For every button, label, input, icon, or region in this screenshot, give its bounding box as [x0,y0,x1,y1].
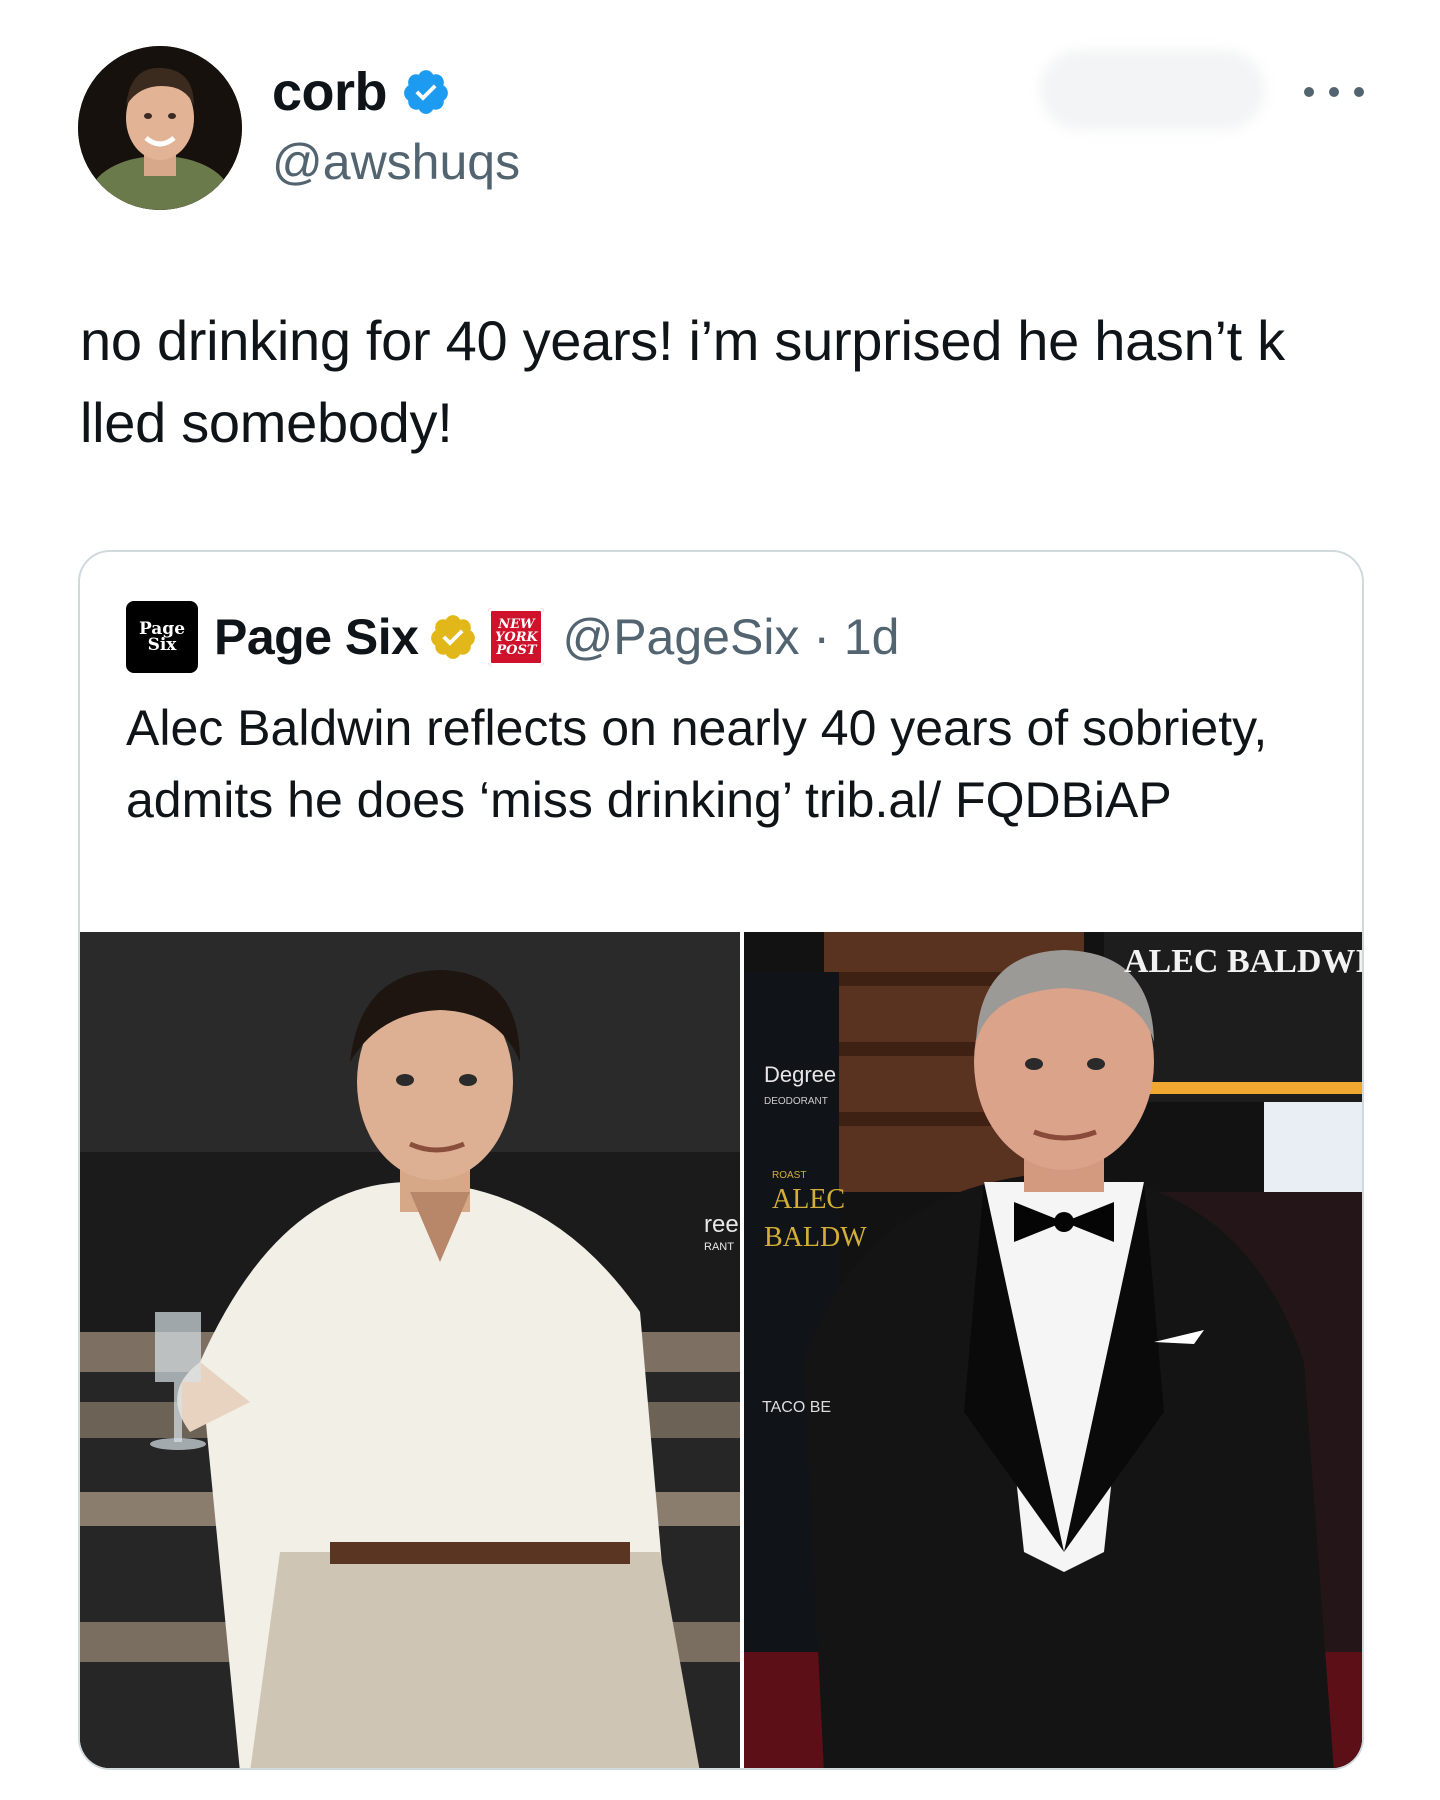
follow-button-blurred[interactable] [1040,50,1265,130]
gold-verified-badge-icon [431,615,476,659]
edge-text-2: RANT [704,1241,734,1253]
more-options-icon[interactable] [1304,70,1364,114]
author-handle[interactable]: @awshuqs [272,132,520,192]
author-name[interactable]: corb [272,62,388,122]
author-name-row[interactable]: corb [272,62,451,122]
nypost-badge-line3: POST [496,642,537,658]
nypost-badge-line2: YORK [495,629,538,645]
photo-edge-texts: ree RANT [704,1211,739,1253]
avatar-image [78,46,242,210]
tweet: corb @awshuqs no drinking for 40 years! … [0,0,1440,1800]
avatar[interactable] [78,46,242,210]
nypost-badge-line1: NEW [498,616,535,632]
verified-badge-icon [404,70,448,114]
quoted-tweet[interactable]: Page Six Page Six NEW YORK POST @PageSix… [78,550,1364,1770]
quoted-tweet-text: Alec Baldwin reflects on nearly 40 years… [126,700,1268,828]
nypost-affiliate-badge[interactable]: NEW YORK POST [488,608,545,666]
edge-text-1: ree [704,1211,739,1238]
quoted-tweet-header: Page Six Page Six NEW YORK POST @PageSix… [126,601,900,673]
quoted-handle-and-time[interactable]: @PageSix · 1d [562,608,899,666]
pagesix-logo-bottom: Six [147,635,177,655]
quoted-tweet-media[interactable]: ALEC BALDWIN Degree DEODORANT ROAST ALEC… [80,932,1362,1768]
quoted-author-name[interactable]: Page Six [214,608,419,666]
tweet-text: no drinking for 40 years! i’m surprised … [80,309,1285,454]
pagesix-avatar[interactable]: Page Six [126,601,198,673]
